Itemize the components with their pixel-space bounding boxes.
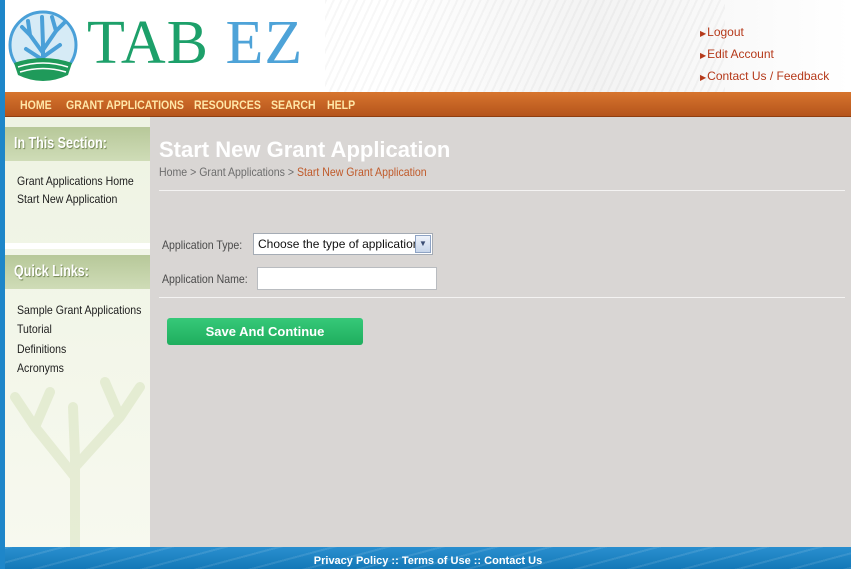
application-type-label: Application Type: <box>162 238 243 252</box>
breadcrumb-home[interactable]: Home <box>159 165 187 179</box>
main-content: Start New Grant Application Home > Grant… <box>150 117 851 547</box>
footer-privacy-policy[interactable]: Privacy Policy <box>314 555 389 567</box>
breadcrumb-grant-applications[interactable]: Grant Applications <box>199 165 285 179</box>
footer-terms-of-use[interactable]: Terms of Use <box>402 555 471 567</box>
footer-separator: :: <box>388 555 402 567</box>
footer: Privacy Policy :: Terms of Use :: Contac… <box>5 547 851 569</box>
nav-grant-applications[interactable]: GRANT APPLICATIONS <box>66 98 184 112</box>
main-nav: HOME GRANT APPLICATIONS RESOURCES SEARCH… <box>5 92 851 117</box>
breadcrumb-current: Start New Grant Application <box>296 165 427 179</box>
logout-link-label: Logout <box>707 25 744 39</box>
tree-watermark-icon <box>10 377 145 547</box>
page-title: Start New Grant Application <box>159 137 451 162</box>
quicklink-definitions[interactable]: Definitions <box>17 342 66 356</box>
nav-search[interactable]: SEARCH <box>271 98 316 112</box>
sidebar-link-start-new-application[interactable]: Start New Application <box>17 192 117 206</box>
breadcrumb-separator: > <box>187 165 200 179</box>
sidebar-link-grant-applications-home[interactable]: Grant Applications Home <box>17 174 134 188</box>
application-name-input[interactable] <box>257 267 437 290</box>
bullet-arrow-icon: ▶ <box>700 73 707 82</box>
section-heading-bar: In This Section: <box>5 127 150 161</box>
header: TAB EZ ▶Logout ▶Edit Account ▶Contact Us… <box>5 0 851 92</box>
footer-links: Privacy Policy :: Terms of Use :: Contac… <box>5 555 851 567</box>
logo-main: TAB <box>87 9 210 77</box>
bullet-arrow-icon: ▶ <box>700 29 707 38</box>
application-name-label: Application Name: <box>162 272 248 286</box>
logo-text: TAB EZ <box>87 12 303 74</box>
quicklinks-heading: Quick Links: <box>14 263 89 280</box>
tree-logo-icon <box>8 10 78 81</box>
breadcrumb: Home > Grant Applications > Start New Gr… <box>159 165 427 179</box>
page-frame: TAB EZ ▶Logout ▶Edit Account ▶Contact Us… <box>5 0 851 569</box>
nav-help[interactable]: HELP <box>327 98 355 112</box>
edit-account-link[interactable]: ▶Edit Account <box>700 44 835 66</box>
quicklink-tutorial[interactable]: Tutorial <box>17 322 52 336</box>
contact-feedback-link[interactable]: ▶Contact Us / Feedback <box>700 66 835 88</box>
breadcrumb-separator: > <box>284 165 297 179</box>
divider <box>159 190 845 191</box>
contact-feedback-link-label: Contact Us / Feedback <box>707 69 830 83</box>
bullet-arrow-icon: ▶ <box>700 51 707 60</box>
nav-home[interactable]: HOME <box>20 98 52 112</box>
footer-contact-us[interactable]: Contact Us <box>484 555 542 567</box>
quicklink-sample-grant-applications[interactable]: Sample Grant Applications <box>17 303 141 317</box>
account-links: ▶Logout ▶Edit Account ▶Contact Us / Feed… <box>700 22 835 88</box>
edit-account-link-label: Edit Account <box>707 47 774 61</box>
nav-resources[interactable]: RESOURCES <box>194 98 261 112</box>
quicklinks-heading-bar: Quick Links: <box>5 255 150 289</box>
logo-suffix: EZ <box>225 9 304 77</box>
logout-link[interactable]: ▶Logout <box>700 22 835 44</box>
section-heading: In This Section: <box>14 135 107 152</box>
application-type-value: Choose the type of application <box>258 237 420 251</box>
sidebar-divider <box>5 243 150 249</box>
application-type-select[interactable]: Choose the type of application ▼ <box>253 233 433 255</box>
save-and-continue-button[interactable]: Save And Continue <box>167 318 363 345</box>
chevron-down-icon[interactable]: ▼ <box>415 235 431 253</box>
sidebar: In This Section: Grant Applications Home… <box>5 117 150 547</box>
footer-separator: :: <box>470 555 485 567</box>
divider <box>159 297 845 298</box>
